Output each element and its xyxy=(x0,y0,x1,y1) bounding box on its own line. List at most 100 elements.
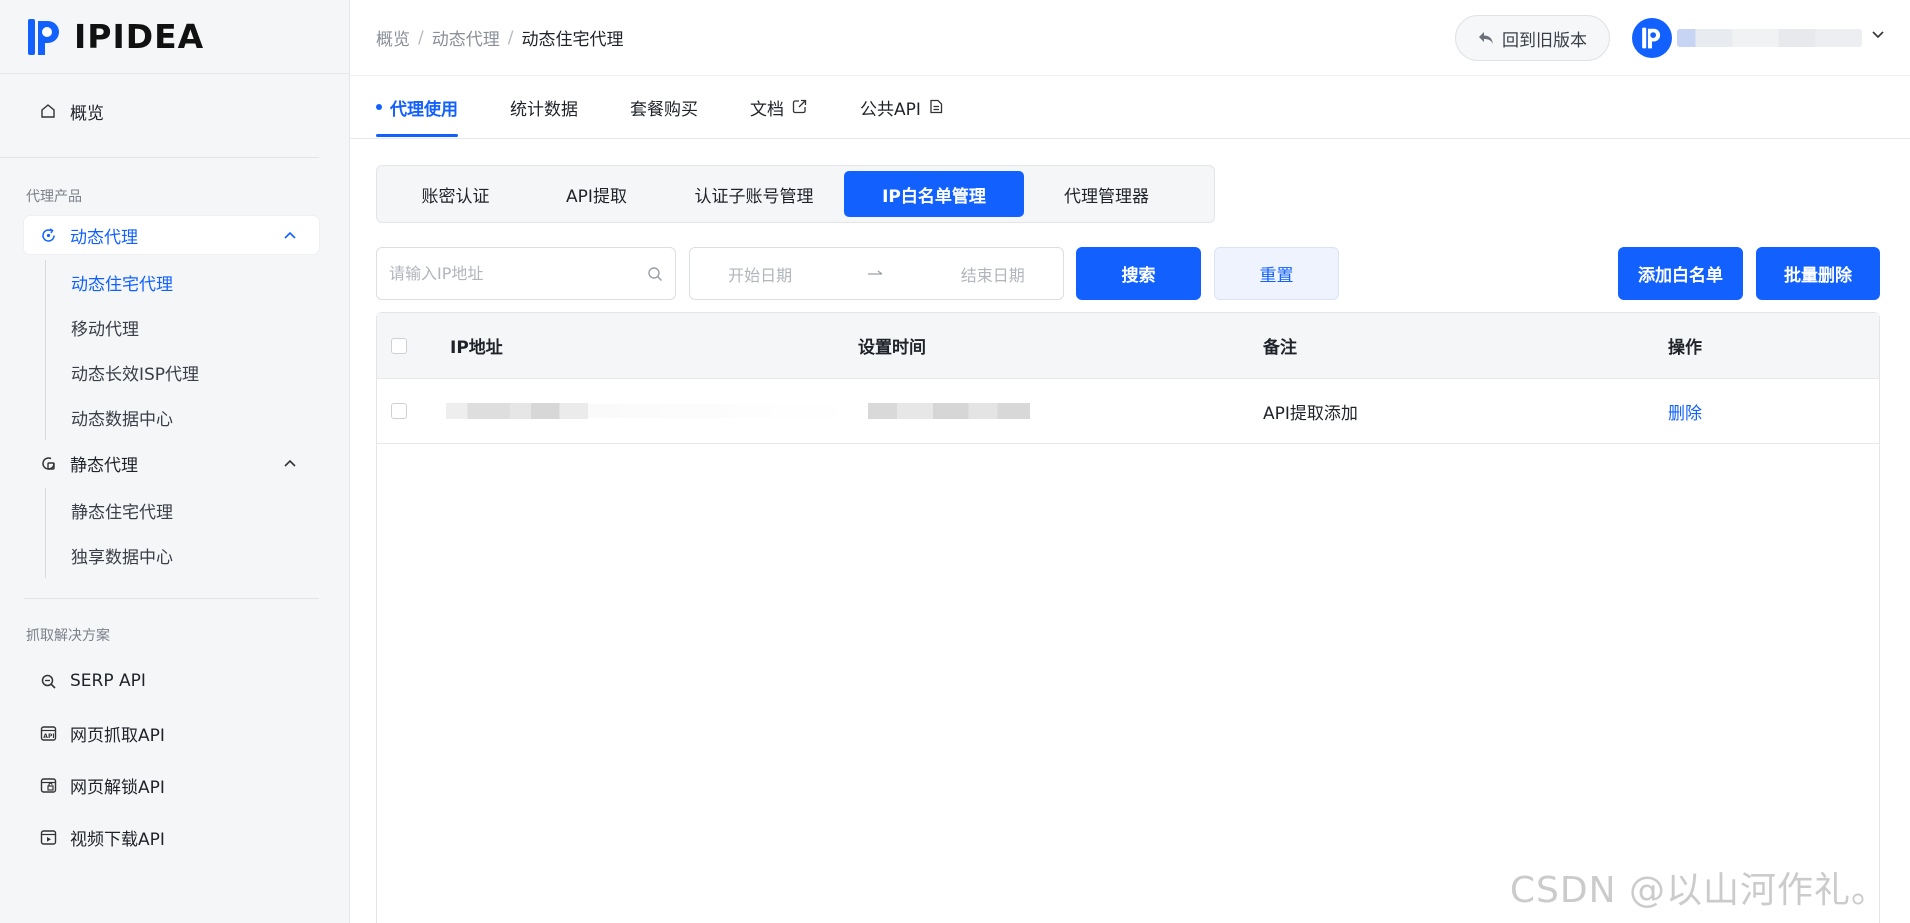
tab-label: 公共API xyxy=(860,99,921,120)
end-date-input[interactable]: 结束日期 xyxy=(961,262,1025,286)
tab-label: 代理使用 xyxy=(390,99,458,120)
ip-search-field xyxy=(376,247,676,300)
username-redacted xyxy=(1677,29,1862,47)
section-label-scrape: 抓取解决方案 xyxy=(26,628,110,644)
batch-delete-button[interactable]: 批量删除 xyxy=(1756,247,1880,300)
breadcrumb-item[interactable]: 动态代理 xyxy=(432,25,500,50)
main-tabs: 代理使用 统计数据 套餐购买 文档 公共API xyxy=(350,77,1910,139)
sidebar-item-video-download-api[interactable]: 视频下载API xyxy=(24,811,319,863)
time-cell xyxy=(858,403,1263,419)
tab-label: 套餐购买 xyxy=(630,99,698,120)
ipidea-logo-icon xyxy=(28,18,59,55)
subtab-ip-whitelist[interactable]: IP白名单管理 xyxy=(844,171,1024,217)
tab-purchase[interactable]: 套餐购买 xyxy=(630,76,698,138)
logo[interactable]: IPIDEA xyxy=(0,0,349,74)
sidebar-item-label: 网页解锁API xyxy=(70,777,165,798)
avatar[interactable] xyxy=(1632,18,1672,58)
sidebar-item-dedicated-datacenter[interactable]: 独享数据中心 xyxy=(46,533,349,578)
reset-button[interactable]: 重置 xyxy=(1214,247,1339,300)
table-header: IP地址 设置时间 备注 操作 xyxy=(377,313,1879,379)
tab-docs[interactable]: 文档 xyxy=(750,76,808,138)
reply-arrow-icon xyxy=(1478,31,1494,45)
column-header-time: 设置时间 xyxy=(858,338,926,358)
table-row: API提取添加 删除 xyxy=(377,379,1879,444)
delete-link[interactable]: 删除 xyxy=(1668,404,1702,424)
tab-public-api[interactable]: 公共API xyxy=(860,76,945,138)
user-menu[interactable] xyxy=(1632,18,1886,58)
chevron-up-icon[interactable] xyxy=(283,228,297,242)
document-icon xyxy=(929,99,945,115)
breadcrumb-current: 动态住宅代理 xyxy=(521,30,624,50)
watermark: CSDN @以山河作礼。 xyxy=(1509,870,1888,911)
sidebar-item-mobile[interactable]: 移动代理 xyxy=(46,305,349,350)
sidebar: IPIDEA 概览 代理产品 动态代理 动态住宅代理 移动代理 动态长效ISP代… xyxy=(0,0,350,923)
sidebar-item-web-unlocker-api[interactable]: 网页解锁API xyxy=(24,759,319,811)
column-header-action: 操作 xyxy=(1668,338,1702,358)
add-whitelist-button[interactable]: 添加白名单 xyxy=(1618,247,1743,300)
ip-redacted xyxy=(446,403,588,419)
sidebar-item-overview[interactable]: 概览 xyxy=(24,92,295,130)
arrow-right-icon xyxy=(868,269,884,278)
ip-search-input[interactable] xyxy=(389,264,647,283)
search-button[interactable]: 搜索 xyxy=(1076,247,1201,300)
note-cell: API提取添加 xyxy=(1263,403,1358,424)
sidebar-item-label: 视频下载API xyxy=(70,829,165,850)
section-label-proxy: 代理产品 xyxy=(26,189,82,205)
back-button-label: 回到旧版本 xyxy=(1502,30,1587,51)
api-icon: API xyxy=(38,723,58,743)
search-doc-icon xyxy=(38,671,58,691)
sidebar-divider xyxy=(24,598,319,599)
subtab-password-auth[interactable]: 账密认证 xyxy=(382,171,529,217)
row-checkbox[interactable] xyxy=(391,403,407,419)
svg-text:API: API xyxy=(43,733,54,740)
back-to-old-version-button[interactable]: 回到旧版本 xyxy=(1455,15,1610,61)
dynamic-proxy-icon xyxy=(38,225,58,245)
sidebar-item-serp-api[interactable]: SERP API xyxy=(24,655,319,707)
breadcrumb-item[interactable]: 概览 xyxy=(376,25,410,50)
sidebar-item-dynamic-proxy[interactable]: 动态代理 xyxy=(24,216,319,254)
unlock-browser-icon xyxy=(38,775,58,795)
sidebar-item-label: 静态代理 xyxy=(70,455,138,476)
subtab-proxy-manager[interactable]: 代理管理器 xyxy=(1024,171,1189,217)
time-redacted xyxy=(868,403,1030,419)
ip-cell xyxy=(446,403,858,419)
sidebar-item-static-residential[interactable]: 静态住宅代理 xyxy=(46,488,349,533)
sidebar-item-isp[interactable]: 动态长效ISP代理 xyxy=(46,350,349,395)
sidebar-item-web-scraper-api[interactable]: API 网页抓取API xyxy=(24,707,319,759)
breadcrumb-separator: / xyxy=(418,27,424,48)
active-dot-icon xyxy=(376,104,382,110)
avatar-logo-icon xyxy=(1642,27,1661,49)
date-range-picker[interactable]: 开始日期 结束日期 xyxy=(689,247,1064,300)
redaction-fade xyxy=(588,404,858,418)
whitelist-table: IP地址 设置时间 备注 操作 API提取添加 删除 xyxy=(376,312,1880,923)
subtab-api-extract[interactable]: API提取 xyxy=(529,171,664,217)
home-icon xyxy=(38,101,58,121)
column-header-ip: IP地址 xyxy=(450,338,503,358)
subtab-sub-account[interactable]: 认证子账号管理 xyxy=(664,171,844,217)
video-icon xyxy=(38,827,58,847)
external-link-icon xyxy=(792,99,808,115)
sidebar-item-static-proxy[interactable]: 静态代理 xyxy=(24,444,319,482)
chevron-down-icon[interactable] xyxy=(1872,31,1886,45)
tab-statistics[interactable]: 统计数据 xyxy=(510,76,578,138)
tab-label: 统计数据 xyxy=(510,99,578,120)
auth-subtabs: 账密认证 API提取 认证子账号管理 IP白名单管理 代理管理器 xyxy=(376,165,1215,223)
column-header-note: 备注 xyxy=(1263,338,1297,358)
start-date-input[interactable]: 开始日期 xyxy=(728,262,792,286)
select-all-checkbox[interactable] xyxy=(391,337,407,354)
breadcrumb-separator: / xyxy=(507,27,514,48)
sidebar-item-datacenter[interactable]: 动态数据中心 xyxy=(46,395,349,440)
search-icon[interactable] xyxy=(647,266,663,282)
top-header: 概览 / 动态代理 / 动态住宅代理 回到旧版本 xyxy=(350,0,1910,76)
breadcrumb: 概览 / 动态代理 / 动态住宅代理 xyxy=(350,25,624,51)
chevron-up-icon[interactable] xyxy=(283,456,297,470)
tab-proxy-usage[interactable]: 代理使用 xyxy=(376,76,458,138)
tab-label: 文档 xyxy=(750,99,784,120)
static-proxy-icon xyxy=(38,453,58,473)
sidebar-item-label: 动态代理 xyxy=(70,227,138,248)
sidebar-item-dynamic-residential[interactable]: 动态住宅代理 xyxy=(46,260,349,305)
brand-name: IPIDEA xyxy=(74,17,205,56)
sidebar-item-label: 网页抓取API xyxy=(70,725,165,746)
sidebar-item-label: 概览 xyxy=(70,103,104,124)
sidebar-item-label: SERP API xyxy=(70,671,146,691)
